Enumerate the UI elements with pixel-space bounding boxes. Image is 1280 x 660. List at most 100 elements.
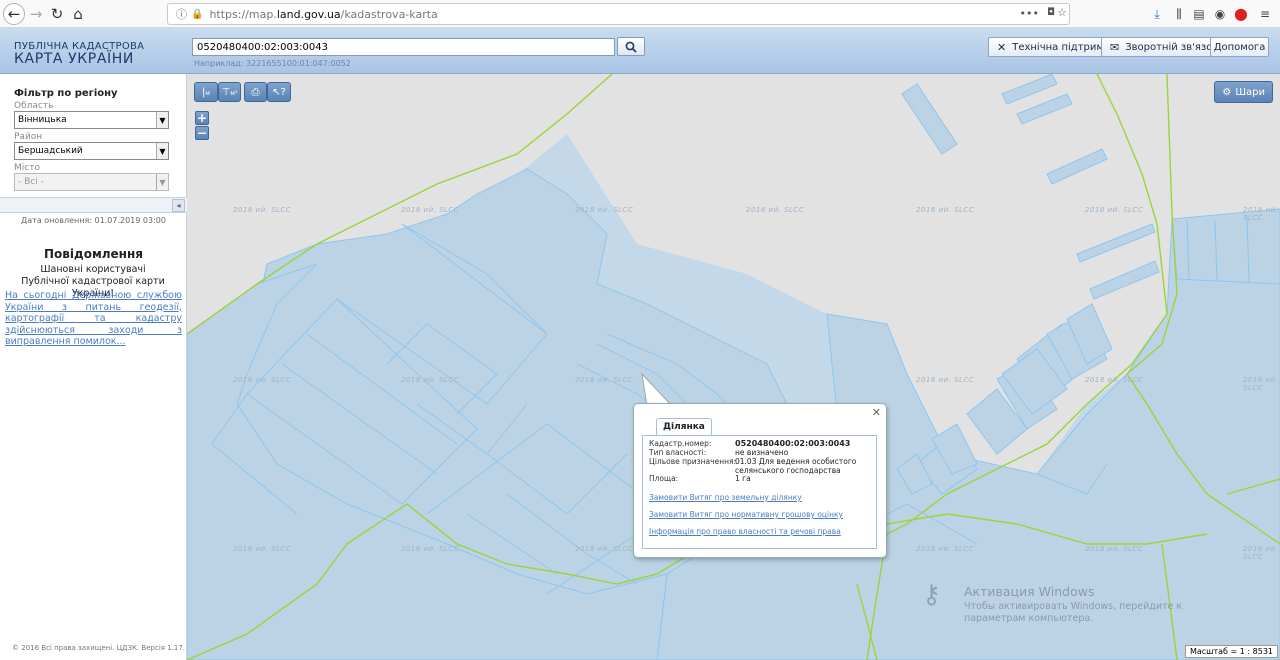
page-actions-icon[interactable]: ••• [1020, 7, 1039, 20]
search-icon [625, 41, 637, 53]
filter-title: Фільтр по регіону [14, 88, 118, 99]
tab-parcel[interactable]: Ділянка [656, 418, 712, 435]
cadastral-search-input[interactable] [192, 38, 615, 56]
download-icon[interactable]: ⤓ [1148, 5, 1166, 23]
order-valuation-extract-link[interactable]: Замовити Витяг про нормативну грошову оц… [649, 510, 843, 519]
cadastral-map[interactable]: |м ⊤м² ⎙ ↖? + − ⚙ Шари 2018 ий. SLCC 2018… [187, 74, 1280, 660]
help-label: Допомога [1213, 41, 1266, 53]
map-watermark: 2018 ий. SLCC [233, 545, 292, 553]
map-watermark: 2018 ий. SLCC [1243, 376, 1279, 392]
purpose-label: Цільове призначення: [649, 457, 737, 466]
url-prefix: https://map. [209, 7, 277, 21]
feedback-button[interactable]: ✉ Зворотній зв'язок [1101, 37, 1228, 57]
region-select[interactable]: Вінницька ▼ [14, 111, 169, 129]
map-watermark: 2018 ий. SLCC [575, 545, 634, 553]
bookmark-star-icon[interactable]: ☆ [1057, 6, 1067, 19]
library-icon[interactable]: ⫼ [1170, 5, 1188, 23]
panel-collapse-bar: ◂ [0, 197, 187, 213]
map-watermark: 2018 ий. SLCC [916, 545, 975, 553]
collapse-left-icon[interactable]: ◂ [172, 199, 185, 212]
close-icon[interactable]: ✕ [872, 406, 881, 419]
layers-label: Шари [1235, 86, 1265, 98]
map-watermark: 2018 ий. SLCC [916, 206, 975, 214]
map-watermark: 2018 ий. SLCC [916, 376, 975, 384]
gear-icon: ⚙ [1222, 86, 1232, 98]
browser-toolbar: ← → ↻ ⌂ ⓘ 🔒 https://map. land.gov.ua/kada… [0, 0, 1280, 28]
menu-icon[interactable]: ≡ [1256, 5, 1274, 23]
city-value: - Всі - [18, 177, 44, 187]
url-domain: land.gov.ua [276, 7, 341, 21]
map-scale: Масштаб = 1 : 8531 [1184, 645, 1278, 658]
ruler-icon: |м [202, 86, 210, 98]
home-icon[interactable]: ⌂ [67, 3, 89, 25]
city-select[interactable]: - Всі - ▼ [14, 173, 169, 191]
map-watermark: 2018 ий. SLCC [575, 206, 634, 214]
chevron-down-icon: ▼ [156, 112, 168, 128]
district-label: Район [14, 132, 43, 142]
area-icon: ⊤м² [221, 86, 238, 98]
forward-icon[interactable]: → [25, 3, 47, 25]
logo-line2: КАРТА УКРАЇНИ [14, 51, 134, 67]
ownership-info-link[interactable]: Інформація про право власності та речові… [649, 527, 841, 536]
area-label: Площа: [649, 474, 679, 483]
order-parcel-extract-link[interactable]: Замовити Витяг про земельну ділянку [649, 493, 802, 502]
chevron-down-icon: ▼ [156, 174, 168, 190]
map-watermark: 2018 ий. SLCC [746, 206, 805, 214]
key-icon: ⚷ [922, 580, 942, 610]
print-icon: ⎙ [251, 86, 260, 98]
windows-activation-title: Активация Windows [964, 584, 1095, 599]
zoom-out-button[interactable]: − [195, 126, 209, 140]
cursor-question-icon: ↖? [272, 86, 286, 98]
search-example-hint: Наприклад: 3221655100:01:047:0052 [194, 59, 351, 68]
area-value: 1 га [735, 474, 751, 483]
map-watermark: 2018 ий. SLCC [575, 376, 634, 384]
map-watermark: 2018 ий. SLCC [1085, 206, 1144, 214]
map-watermark: 2018 ий. SLCC [401, 206, 460, 214]
map-watermark: 2018 ий. SLCC [1243, 206, 1279, 222]
measure-distance-tool[interactable]: |м [194, 82, 218, 102]
zoom-in-button[interactable]: + [195, 111, 209, 125]
sidebar-icon[interactable]: ▤ [1190, 5, 1208, 23]
back-icon[interactable]: ← [3, 3, 25, 25]
city-label: Місто [14, 163, 40, 173]
measure-area-tool[interactable]: ⊤м² [218, 82, 241, 102]
map-watermark: 2018 ий. SLCC [1243, 545, 1279, 561]
district-select[interactable]: Бершадський ▼ [14, 142, 169, 160]
map-watermark: 2018 ий. SLCC [233, 206, 292, 214]
site-header: ПУБЛІЧНА КАДАСТРОВА КАРТА УКРАЇНИ Наприк… [0, 28, 1280, 74]
tools-icon: ✕ [997, 40, 1007, 54]
map-watermark: 2018 ий. SLCC [401, 545, 460, 553]
site-info-icon[interactable]: ⓘ [176, 6, 187, 22]
identify-tool[interactable]: ↖? [267, 82, 291, 102]
copyright: © 2016 Всі права захищені. ЦДЗК. Версія … [12, 644, 186, 652]
notice-title: Повідомлення [44, 247, 143, 261]
url-path: /kadastrova-karta [340, 7, 438, 21]
region-label: Область [14, 101, 54, 111]
reload-icon[interactable]: ↻ [46, 3, 68, 25]
notice-link[interactable]: На сьогодні Державною службою України з … [5, 290, 182, 348]
help-button[interactable]: Допомога [1210, 37, 1269, 57]
left-panel: Фільтр по регіону Область Вінницька ▼ Рай… [0, 74, 187, 660]
parcel-info-popup: ✕ Ділянка Кадастр.номер: 0520480400:02:0… [633, 403, 887, 558]
purpose-value: 01.03 Для ведення особистого селянського… [735, 457, 857, 475]
update-date: Дата оновлення: 01.07.2019 03:00 [21, 216, 166, 225]
address-bar[interactable]: ⓘ 🔒 https://map. land.gov.ua/kadastrova-k… [167, 3, 1070, 25]
windows-activation-text: Чтобы активировать Windows, перейдите к … [964, 601, 1183, 624]
region-value: Вінницька [18, 115, 67, 125]
lock-icon: 🔒 [191, 8, 204, 20]
map-watermark: 2018 ий. SLCC [1085, 545, 1144, 553]
district-value: Бершадський [18, 146, 83, 156]
pocket-icon[interactable]: ◘ [1047, 7, 1055, 18]
feedback-label: Зворотній зв'язок [1125, 41, 1219, 53]
envelope-icon: ✉ [1110, 40, 1120, 54]
account-icon[interactable]: ◉ [1211, 5, 1229, 23]
chevron-down-icon: ▼ [156, 143, 168, 159]
map-parcels-layer [187, 74, 1280, 660]
map-watermark: 2018 ий. SLCC [401, 376, 460, 384]
map-watermark: 2018 ий. SLCC [1085, 376, 1144, 384]
print-button[interactable]: ⎙ [244, 82, 267, 102]
adblock-icon[interactable]: ⬤ [1232, 5, 1250, 23]
map-watermark: 2018 ий. SLCC [233, 376, 292, 384]
layers-button[interactable]: ⚙ Шари [1214, 81, 1273, 103]
search-button[interactable] [617, 37, 645, 56]
